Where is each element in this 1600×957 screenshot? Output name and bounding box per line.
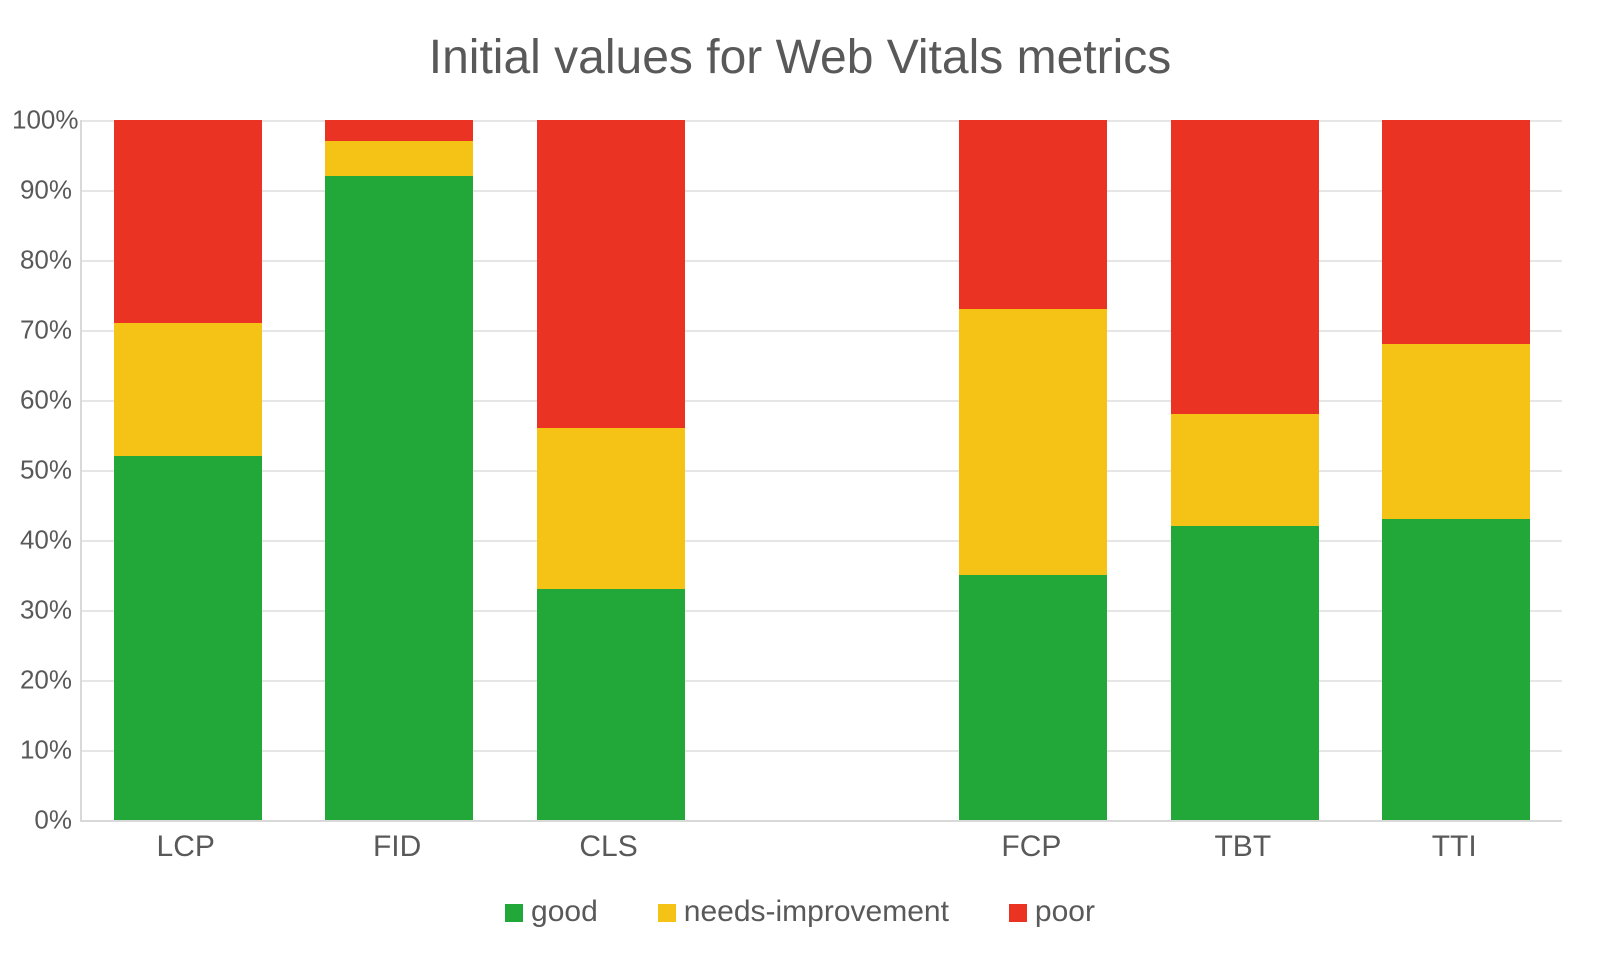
x-label-gap — [714, 830, 925, 864]
bar-segment-needs-improvement — [325, 141, 473, 176]
bar-segment-poor — [325, 120, 473, 141]
bar-slot-fcp — [928, 120, 1139, 820]
bar-segment-good — [325, 176, 473, 820]
y-tick-label: 90% — [12, 175, 72, 206]
bar-slot-tti — [1351, 120, 1562, 820]
bar-slot-fid — [293, 120, 504, 820]
swatch-good — [505, 904, 523, 922]
x-label-fcp: FCP — [926, 830, 1137, 864]
bar-segment-good — [1382, 519, 1530, 820]
bar-segment-poor — [114, 120, 262, 323]
bar-fid — [325, 120, 473, 820]
bar-slot-cls — [505, 120, 716, 820]
bar-segment-poor — [959, 120, 1107, 309]
swatch-poor — [1009, 904, 1027, 922]
x-label-fid: FID — [291, 830, 502, 864]
x-label-cls: CLS — [503, 830, 714, 864]
bar-segment-poor — [1382, 120, 1530, 344]
x-axis-labels: LCPFIDCLS FCPTBTTTI — [80, 830, 1560, 864]
bar-segment-needs-improvement — [959, 309, 1107, 575]
y-tick-label: 40% — [12, 525, 72, 556]
y-tick-label: 0% — [12, 805, 72, 836]
legend-label-needs: needs-improvement — [684, 895, 949, 928]
legend-item-poor: poor — [1009, 895, 1095, 929]
legend-item-needs: needs-improvement — [658, 895, 949, 929]
bar-segment-needs-improvement — [1382, 344, 1530, 519]
bar-segment-needs-improvement — [114, 323, 262, 456]
y-tick-label: 100% — [12, 105, 72, 136]
legend: good needs-improvement poor — [0, 895, 1600, 929]
bar-segment-good — [1171, 526, 1319, 820]
bar-segment-good — [114, 456, 262, 820]
bar-slot-lcp — [82, 120, 293, 820]
y-tick-label: 20% — [12, 665, 72, 696]
chart-container: Initial values for Web Vitals metrics 0%… — [0, 0, 1600, 957]
legend-label-good: good — [531, 895, 598, 928]
y-tick-label: 30% — [12, 595, 72, 626]
legend-label-poor: poor — [1035, 895, 1095, 928]
bar-slot-tbt — [1139, 120, 1350, 820]
bars-group — [82, 120, 1562, 820]
bar-cls — [537, 120, 685, 820]
bar-segment-good — [959, 575, 1107, 820]
swatch-needs — [658, 904, 676, 922]
bar-fcp — [959, 120, 1107, 820]
x-label-tbt: TBT — [1137, 830, 1348, 864]
bar-lcp — [114, 120, 262, 820]
bar-segment-poor — [1171, 120, 1319, 414]
x-label-lcp: LCP — [80, 830, 291, 864]
x-label-tti: TTI — [1349, 830, 1560, 864]
plot-area: 0%10%20%30%40%50%60%70%80%90%100% — [80, 120, 1562, 822]
bar-tti — [1382, 120, 1530, 820]
y-tick-label: 80% — [12, 245, 72, 276]
y-tick-label: 50% — [12, 455, 72, 486]
bar-tbt — [1171, 120, 1319, 820]
bar-segment-poor — [537, 120, 685, 428]
legend-item-good: good — [505, 895, 598, 929]
bar-segment-needs-improvement — [1171, 414, 1319, 526]
y-tick-label: 10% — [12, 735, 72, 766]
y-tick-label: 60% — [12, 385, 72, 416]
bar-slot-gap — [716, 120, 927, 820]
y-tick-label: 70% — [12, 315, 72, 346]
chart-title: Initial values for Web Vitals metrics — [0, 30, 1600, 85]
bar-segment-good — [537, 589, 685, 820]
bar-segment-needs-improvement — [537, 428, 685, 589]
